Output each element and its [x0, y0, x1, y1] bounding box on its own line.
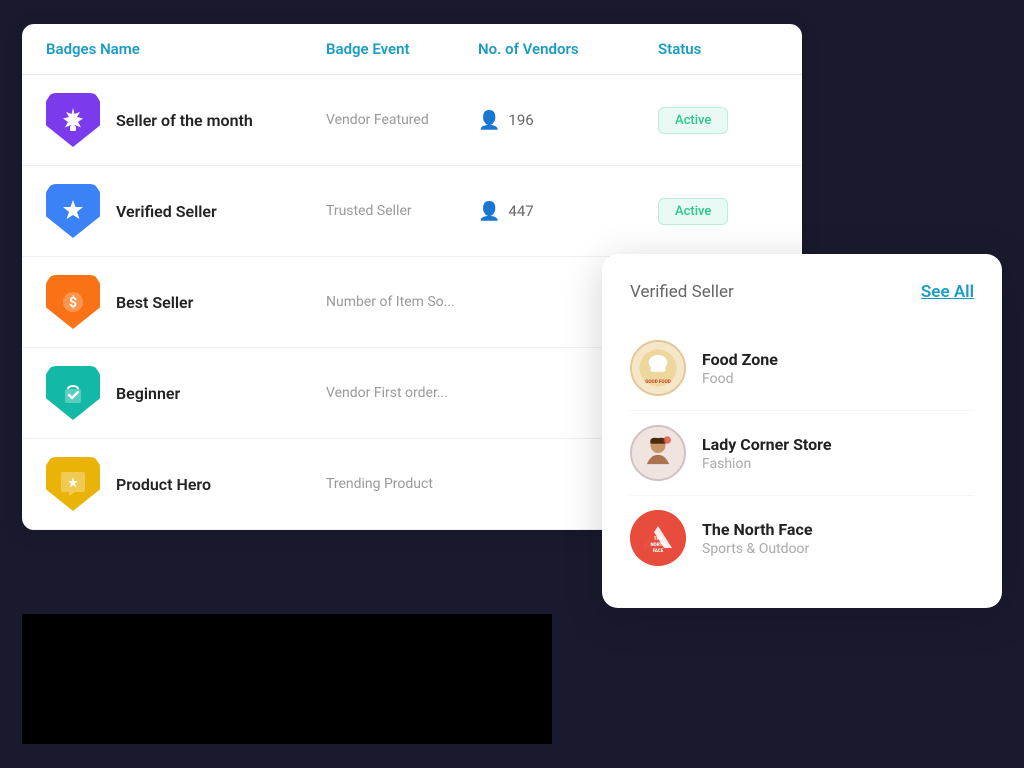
table-row[interactable]: Seller of the month Vendor Featured 👤 19… — [22, 75, 802, 166]
badge-name-cell: Seller of the month — [46, 93, 326, 147]
badge-name-cell: Beginner — [46, 366, 326, 420]
col-header-status: Status — [658, 40, 778, 58]
col-header-vendor-count: No. of Vendors — [478, 40, 658, 58]
badge-icon-seller-month — [46, 93, 100, 147]
vendor-count-value: 447 — [508, 202, 533, 220]
badge-icon-verified — [46, 184, 100, 238]
badge-name-label: Seller of the month — [116, 111, 253, 130]
vendor-avatar-lady-corner — [630, 425, 686, 481]
vendor-count-cell: 👤 447 — [478, 201, 658, 222]
badge-name-cell: Product Hero — [46, 457, 326, 511]
vendor-category: Sports & Outdoor — [702, 541, 812, 557]
star-chat-icon — [57, 468, 89, 500]
svg-text:GOOD FOOD: GOOD FOOD — [645, 379, 671, 385]
vendor-info-food-zone: Food Zone Food — [702, 350, 778, 387]
status-badge: Active — [658, 198, 728, 225]
vendor-item[interactable]: THE NORTH FACE The North Face Sports & O… — [630, 496, 974, 580]
vendor-count-value: 196 — [508, 111, 533, 129]
check-bag-icon — [57, 377, 89, 409]
col-header-badge-event: Badge Event — [326, 40, 478, 58]
north-face-logo: THE NORTH FACE — [630, 510, 686, 566]
col-header-badges-name: Badges Name — [46, 40, 326, 58]
popup-title: Verified Seller — [630, 282, 734, 302]
badge-event-cell: Vendor Featured — [326, 112, 478, 128]
svg-text:FACE: FACE — [653, 548, 664, 554]
lady-corner-store-logo — [632, 425, 684, 481]
vendor-item[interactable]: Lady Corner Store Fashion — [630, 411, 974, 496]
dollar-icon: $ — [57, 286, 89, 318]
svg-text:NORTH: NORTH — [650, 542, 665, 548]
badge-event-cell: Trusted Seller — [326, 203, 478, 219]
badge-icon-beginner — [46, 366, 100, 420]
star-icon — [57, 195, 89, 227]
vendor-avatar-food-zone: GOOD FOOD — [630, 340, 686, 396]
badge-name-label: Verified Seller — [116, 202, 217, 221]
badge-name-label: Best Seller — [116, 293, 193, 312]
badge-event-cell: Vendor First order... — [326, 385, 478, 401]
vendor-category: Food — [702, 371, 778, 387]
table-row[interactable]: Verified Seller Trusted Seller 👤 447 Act… — [22, 166, 802, 257]
vendor-name: Food Zone — [702, 350, 778, 369]
vendor-person-icon: 👤 — [478, 201, 500, 222]
black-background — [22, 614, 552, 744]
vendor-count-cell: 👤 196 — [478, 110, 658, 131]
vendor-info-lady-corner: Lady Corner Store Fashion — [702, 435, 832, 472]
svg-text:THE: THE — [654, 536, 663, 542]
vendor-person-icon: 👤 — [478, 110, 500, 131]
main-scene: Badges Name Badge Event No. of Vendors S… — [22, 24, 1002, 744]
status-badge: Active — [658, 107, 728, 134]
badge-name-label: Beginner — [116, 384, 180, 403]
badge-name-label: Product Hero — [116, 475, 211, 494]
vendor-name: Lady Corner Store — [702, 435, 832, 454]
vendor-item[interactable]: GOOD FOOD Food Zone Food — [630, 326, 974, 411]
star-burst-icon — [57, 104, 89, 136]
popup-header: Verified Seller See All — [630, 282, 974, 302]
badge-icon-bestseller: $ — [46, 275, 100, 329]
vendor-avatar-north-face: THE NORTH FACE — [630, 510, 686, 566]
status-cell: Active — [658, 107, 778, 134]
badge-event-cell: Number of Item So... — [326, 294, 478, 310]
vendor-info-north-face: The North Face Sports & Outdoor — [702, 520, 812, 557]
see-all-link[interactable]: See All — [921, 282, 974, 302]
badge-icon-product-hero — [46, 457, 100, 511]
svg-text:$: $ — [69, 294, 77, 311]
status-cell: Active — [658, 198, 778, 225]
food-zone-logo: GOOD FOOD — [632, 340, 684, 396]
vendor-name: The North Face — [702, 520, 812, 539]
badge-name-cell: $ Best Seller — [46, 275, 326, 329]
badge-name-cell: Verified Seller — [46, 184, 326, 238]
badge-event-cell: Trending Product — [326, 476, 478, 492]
vendor-popup-card: Verified Seller See All GOOD FOOD Food Z… — [602, 254, 1002, 608]
vendor-category: Fashion — [702, 456, 832, 472]
table-header: Badges Name Badge Event No. of Vendors S… — [22, 24, 802, 75]
